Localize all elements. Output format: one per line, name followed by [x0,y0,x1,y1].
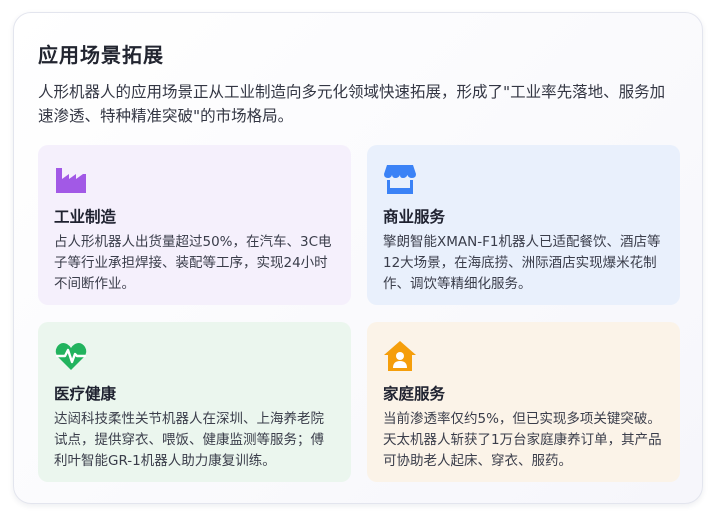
tile-description: 达闼科技柔性关节机器人在深圳、上海养老院试点，提供穿衣、喂饭、健康监测等服务；傅… [54,411,324,469]
factory-icon [54,162,88,196]
tile-description: 占人形机器人出货量超过50%，在汽车、3C电子等行业承担焊接、装配等工序，实现2… [54,234,332,292]
card-title: 应用场景拓展 [38,43,164,67]
application-scenarios-card: 应用场景拓展 人形机器人的应用场景正从工业制造向多元化领域快速拓展，形成了"工业… [13,12,703,504]
tile-title: 工业制造 [54,208,117,226]
scenario-tile-industry: 工业制造 占人形机器人出货量超过50%，在汽车、3C电子等行业承担焊接、装配等工… [38,145,351,305]
card-intro: 人形机器人的应用场景正从工业制造向多元化领域快速拓展，形成了"工业率先落地、服务… [38,83,666,125]
store-icon [383,162,417,196]
scenario-tile-commerce: 商业服务 擎朗智能XMAN-F1机器人已适配餐饮、酒店等12大场景，在海底捞、洲… [367,145,680,305]
scenario-tile-medical: 医疗健康 达闼科技柔性关节机器人在深圳、上海养老院试点，提供穿衣、喂饭、健康监测… [38,322,351,482]
tile-title: 医疗健康 [54,385,117,403]
heartbeat-icon [54,339,88,373]
tile-title: 商业服务 [383,208,446,226]
tile-description: 当前渗透率仅约5%，但已实现多项关键突破。天太机器人斩获了1万台家庭康养订单，其… [383,411,662,469]
tile-title: 家庭服务 [383,385,446,403]
scenario-tile-home: 家庭服务 当前渗透率仅约5%，但已实现多项关键突破。天太机器人斩获了1万台家庭康… [367,322,680,482]
house-user-icon [383,339,417,373]
tile-description: 擎朗智能XMAN-F1机器人已适配餐饮、酒店等12大场景，在海底捞、洲际酒店实现… [383,234,661,292]
